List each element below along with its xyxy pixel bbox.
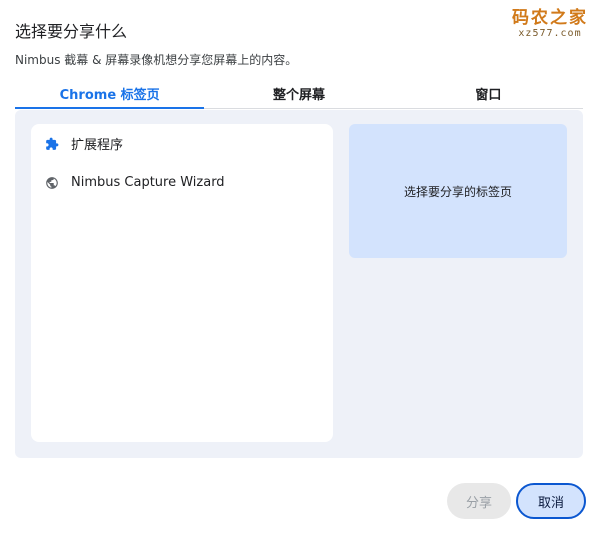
tab-entire-screen[interactable]: 整个屏幕 [204, 78, 393, 108]
watermark-sub-text: xz577.com [518, 28, 582, 39]
tab-bar: Chrome 标签页 整个屏幕 窗口 [15, 78, 583, 109]
list-item-label: 扩展程序 [71, 138, 124, 153]
watermark-logo: 码农之家 xz577.com [512, 10, 588, 39]
watermark-main-text: 码农之家 [512, 8, 588, 28]
tab-chrome-tabs[interactable]: Chrome 标签页 [15, 78, 205, 109]
tab-window[interactable]: 窗口 [394, 78, 583, 108]
dialog-title: 选择要分享什么 [15, 22, 128, 41]
share-button[interactable]: 分享 [447, 483, 511, 519]
preview-placeholder-text: 选择要分享的标签页 [403, 184, 512, 199]
tab-list: 扩展程序 Nimbus Capture Wizard [31, 124, 333, 442]
list-item-label: Nimbus Capture Wizard [71, 175, 225, 190]
preview-area: 选择要分享的标签页 [349, 124, 567, 258]
list-item-nimbus-capture-wizard[interactable]: Nimbus Capture Wizard [31, 163, 333, 202]
globe-icon [44, 175, 59, 190]
dialog-subtitle: Nimbus 截幕 & 屏幕录像机想分享您屏幕上的内容。 [15, 53, 298, 67]
cancel-button[interactable]: 取消 [516, 483, 586, 519]
list-item-extensions[interactable]: 扩展程序 [31, 124, 333, 163]
puzzle-icon [44, 136, 59, 151]
content-panel: 扩展程序 Nimbus Capture Wizard 选择要分享的标签页 [15, 110, 583, 458]
